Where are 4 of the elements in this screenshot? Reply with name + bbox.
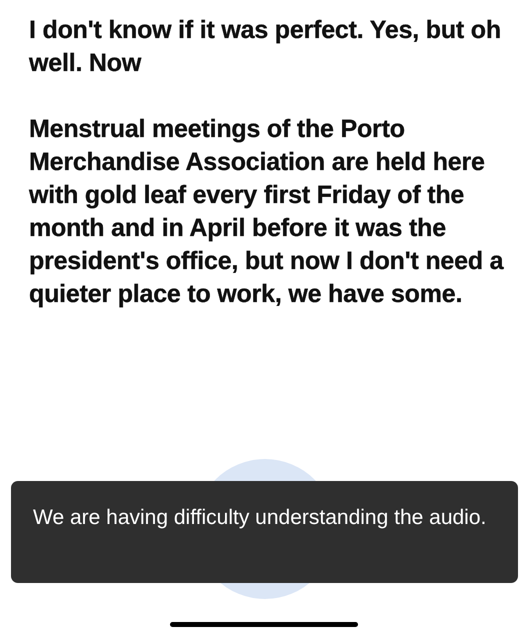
home-indicator[interactable] xyxy=(170,622,358,627)
transcript-paragraph: Menstrual meetings of the Porto Merchandise Association are held here with gold leaf every first Friday of the month and in April before it was the president's office, but now I don't need a quieter place to work, we have some. xyxy=(29,114,505,310)
toast-message: We are having difficulty understanding the audio. xyxy=(33,505,488,531)
transcript-paragraph: I don't know if it was perfect. Yes, but oh well. Now xyxy=(29,15,502,79)
